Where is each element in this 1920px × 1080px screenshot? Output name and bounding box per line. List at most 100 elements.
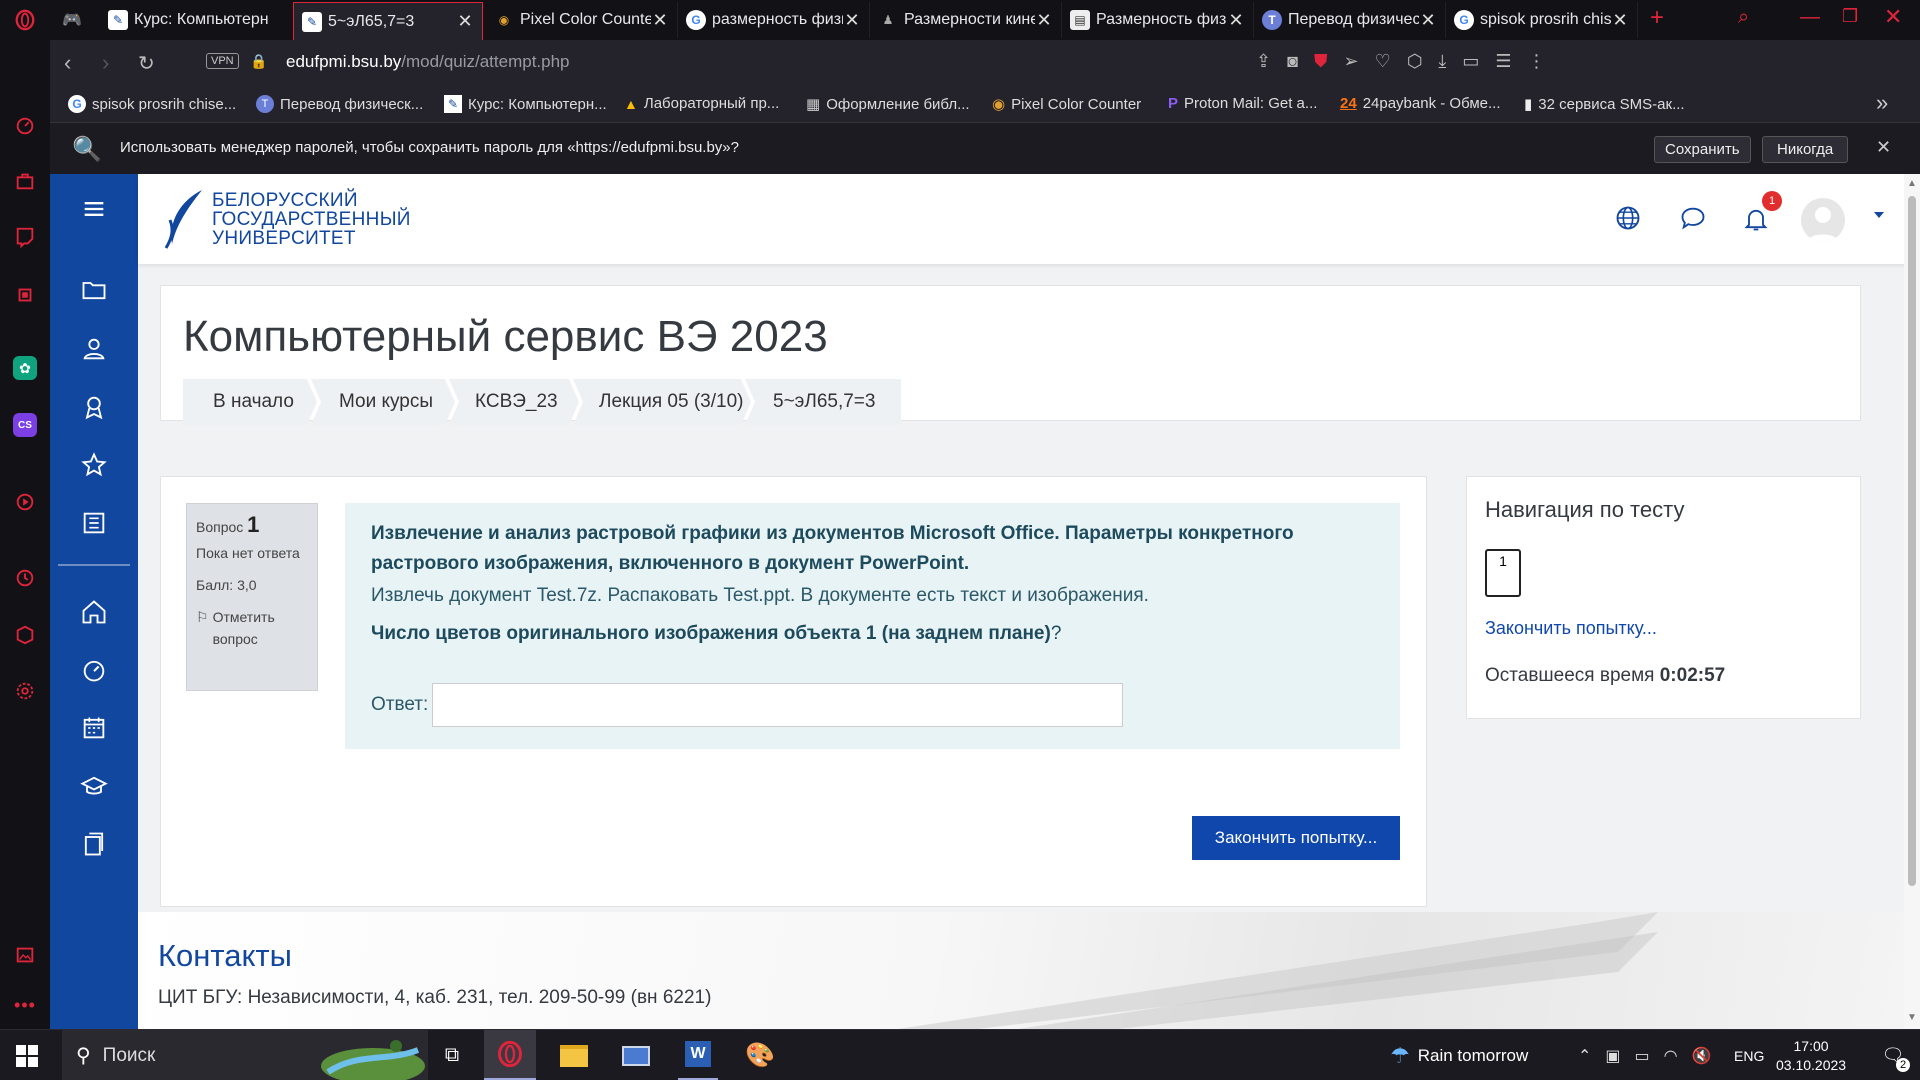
- search-tabs-icon[interactable]: ⌕: [1738, 6, 1749, 29]
- breadcrumb-course[interactable]: КСВЭ_23: [449, 379, 579, 425]
- notification-center-icon[interactable]: 🗨 2: [1876, 1030, 1910, 1080]
- bookmark-4[interactable]: ▦ Оформление библ...: [806, 95, 970, 114]
- scroll-up-icon[interactable]: ▲: [1907, 178, 1917, 189]
- scrollbar-thumb[interactable]: [1908, 196, 1916, 886]
- easy-setup-icon[interactable]: ☰: [1495, 51, 1511, 72]
- tab-1-active[interactable]: ✎ 5~эЛ65,7=3 ✕: [293, 2, 483, 40]
- badges-icon[interactable]: [74, 389, 114, 425]
- bookmark-3[interactable]: ▲ Лабораторный пр...: [624, 95, 779, 112]
- minimize-icon[interactable]: —: [1800, 6, 1820, 29]
- my-courses-icon[interactable]: [74, 768, 114, 804]
- download-icon[interactable]: ⤓: [1438, 51, 1446, 72]
- lock-icon[interactable]: 🔒: [250, 53, 267, 70]
- more-icon[interactable]: •••: [12, 992, 38, 1018]
- close-icon[interactable]: ✕: [1419, 10, 1437, 31]
- file-explorer-icon[interactable]: [554, 1030, 594, 1080]
- content-bank-icon[interactable]: [74, 826, 114, 862]
- tab-4[interactable]: ♟ Размерности кине ✕: [870, 2, 1062, 38]
- camera-icon[interactable]: ◙: [1287, 51, 1298, 72]
- shopping-icon[interactable]: [12, 168, 38, 194]
- paint-icon[interactable]: 🎨: [740, 1030, 780, 1080]
- close-icon[interactable]: ✕: [1035, 10, 1053, 31]
- snapshot-icon[interactable]: [12, 942, 38, 968]
- user-menu-caret-icon[interactable]: [1874, 212, 1884, 218]
- share-icon[interactable]: ⇪: [1256, 51, 1271, 72]
- taskbar-search[interactable]: ⚲ Поиск: [62, 1030, 428, 1080]
- avatar[interactable]: [1801, 198, 1845, 242]
- close-icon[interactable]: ✕: [1876, 137, 1891, 158]
- breadcrumb-home[interactable]: В начало: [183, 379, 317, 425]
- breadcrumb-section[interactable]: Лекция 05 (3/10): [573, 379, 751, 425]
- scrollbar[interactable]: ▲ ▼: [1904, 174, 1920, 1029]
- bookmark-2[interactable]: ✎ Курс: Компьютерн...: [444, 95, 607, 113]
- dashboard-icon[interactable]: [74, 652, 114, 688]
- gamepad-icon[interactable]: 🎮: [62, 10, 86, 30]
- battery-icon[interactable]: ▭: [1462, 51, 1479, 72]
- chatgpt-icon[interactable]: ✿: [12, 355, 38, 381]
- history-icon[interactable]: [12, 565, 38, 591]
- windows-start-icon[interactable]: [16, 1030, 46, 1080]
- settings-icon[interactable]: [12, 678, 38, 704]
- bookmark-5[interactable]: ◉ Pixel Color Counter: [992, 95, 1141, 114]
- cpu-icon[interactable]: [12, 282, 38, 308]
- messages-icon[interactable]: [1678, 204, 1708, 232]
- never-button[interactable]: Никогда: [1762, 136, 1849, 163]
- bookmarks-overflow-button[interactable]: »: [1876, 90, 1888, 116]
- close-icon[interactable]: ✕: [456, 11, 474, 32]
- folder-icon[interactable]: [74, 272, 114, 308]
- task-view-icon[interactable]: ⧉: [434, 1030, 470, 1080]
- bookmark-8[interactable]: ▮ 32 сервиса SMS-ак...: [1524, 95, 1685, 114]
- player-icon[interactable]: [12, 489, 38, 515]
- cube-icon[interactable]: ⬡: [1407, 51, 1423, 72]
- new-tab-button[interactable]: +: [1650, 4, 1664, 32]
- volume-muted-icon[interactable]: 🔇: [1692, 1046, 1712, 1066]
- gradebook-icon[interactable]: [74, 505, 114, 541]
- save-password-button[interactable]: Сохранить: [1654, 136, 1751, 163]
- tab-2[interactable]: ◉ Pixel Color Counte ✕: [486, 2, 678, 38]
- chevron-up-icon[interactable]: ⌃: [1578, 1046, 1591, 1066]
- flag-question-link[interactable]: ⚐ Отметить вопрос: [196, 606, 308, 650]
- battery-tray-icon[interactable]: ▭: [1635, 1046, 1650, 1066]
- participants-icon[interactable]: [74, 331, 114, 367]
- vpn-badge[interactable]: VPN: [206, 53, 239, 69]
- language-globe-icon[interactable]: [1614, 204, 1642, 232]
- back-icon[interactable]: ‹: [64, 50, 71, 76]
- opera-logo-icon[interactable]: [12, 7, 38, 33]
- question-nav-button-1[interactable]: 1: [1485, 549, 1521, 597]
- cs-app-icon[interactable]: CS: [12, 412, 38, 438]
- bookmark-1[interactable]: T Перевод физическ...: [256, 95, 423, 113]
- adblock-shield-icon[interactable]: ⛊: [1314, 51, 1328, 72]
- tab-3[interactable]: Gразмерность физи ✕: [678, 2, 870, 38]
- weather-widget[interactable]: ☂ Rain tomorrow: [1390, 1030, 1528, 1080]
- reload-icon[interactable]: ↻: [138, 51, 155, 76]
- url-field[interactable]: edufpmi.bsu.by/mod/quiz/attempt.php: [286, 52, 570, 72]
- close-window-icon[interactable]: ✕: [1884, 4, 1902, 30]
- menu-icon[interactable]: ⋮: [1528, 51, 1546, 72]
- close-icon[interactable]: ✕: [843, 10, 861, 31]
- opera-taskbar-icon[interactable]: [484, 1030, 536, 1080]
- bookmark-6[interactable]: P Proton Mail: Get a...: [1168, 95, 1317, 112]
- close-icon[interactable]: ✕: [1227, 10, 1245, 31]
- home-icon[interactable]: [74, 594, 114, 630]
- send-icon[interactable]: ➢: [1343, 51, 1358, 72]
- breadcrumb-current[interactable]: 5~эЛ65,7=3: [745, 379, 901, 425]
- forward-icon[interactable]: ›: [102, 50, 109, 76]
- finish-attempt-link[interactable]: Закончить попытку...: [1485, 618, 1657, 639]
- star-icon[interactable]: [74, 447, 114, 483]
- remote-desktop-icon[interactable]: [616, 1030, 656, 1080]
- breadcrumb-my-courses[interactable]: Мои курсы: [311, 379, 455, 425]
- tab-5[interactable]: ▤ Размерность физи ✕: [1062, 2, 1254, 38]
- camera-tray-icon[interactable]: ▣: [1605, 1046, 1620, 1066]
- bsu-logo[interactable]: БЕЛОРУССКИЙ ГОСУДАРСТВЕННЫЙ УНИВЕРСИТЕТ: [162, 186, 411, 252]
- bookmark-0[interactable]: Gspisok prosrih chise...: [68, 95, 236, 113]
- close-icon[interactable]: ✕: [1611, 10, 1629, 31]
- bookmark-7[interactable]: 24 24paybank - Обме...: [1340, 95, 1501, 112]
- scroll-down-icon[interactable]: ▼: [1907, 1012, 1917, 1023]
- word-icon[interactable]: W: [678, 1030, 718, 1080]
- tab-7[interactable]: Gspisok prosrih chis ✕: [1446, 2, 1638, 38]
- restore-icon[interactable]: ❐: [1842, 6, 1858, 27]
- close-icon[interactable]: ✕: [651, 10, 669, 31]
- extensions-icon[interactable]: [12, 622, 38, 648]
- input-language[interactable]: ENG: [1734, 1030, 1764, 1080]
- speed-dial-icon[interactable]: [12, 113, 38, 139]
